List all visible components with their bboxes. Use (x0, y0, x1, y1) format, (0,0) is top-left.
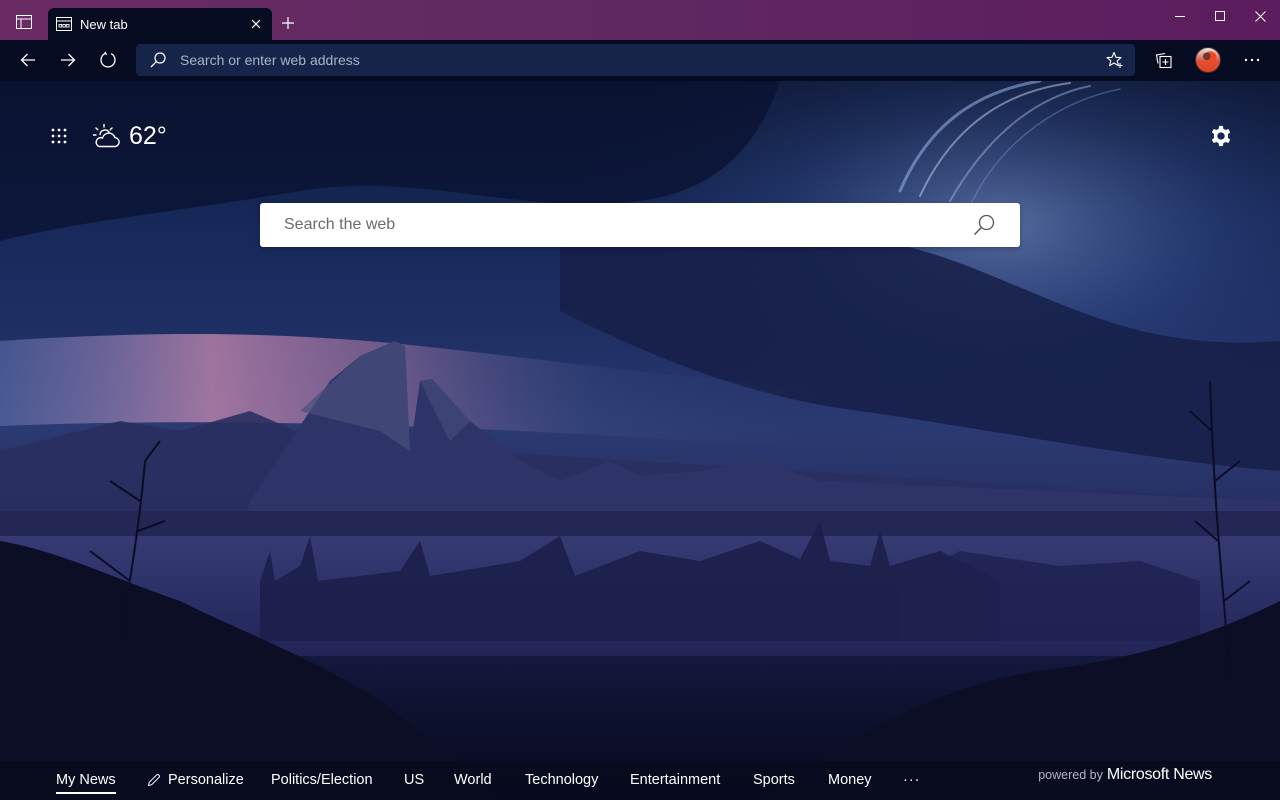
maximize-icon (1215, 11, 1225, 21)
minimize-icon (1175, 16, 1185, 17)
news-tab-politics-election[interactable]: Politics/Election (271, 766, 373, 794)
search-icon (150, 52, 166, 68)
more-horizontal-icon: ··· (903, 772, 921, 788)
close-icon (1254, 10, 1266, 22)
add-favorite-button[interactable] (1099, 46, 1131, 74)
news-tab-sports[interactable]: Sports (753, 766, 795, 794)
news-tab-world[interactable]: World (454, 766, 492, 794)
news-tab-label: Entertainment (630, 772, 721, 788)
news-tab-label: Technology (525, 772, 599, 788)
powered-by-prefix: powered by (1038, 768, 1103, 782)
settings-and-more-button[interactable] (1236, 44, 1268, 76)
tab-title: New tab (80, 16, 128, 32)
more-horizontal-icon (1244, 58, 1260, 62)
web-search-button[interactable] (964, 205, 1004, 245)
back-button[interactable] (12, 44, 44, 76)
tab-actions-button[interactable] (8, 8, 40, 36)
gear-icon (1211, 125, 1231, 147)
tab-close-button[interactable] (242, 10, 270, 38)
minimize-button[interactable] (1160, 0, 1200, 32)
news-tab-label: Money (828, 772, 872, 788)
news-tab-personalize[interactable]: Personalize (147, 766, 244, 794)
news-tab-money[interactable]: Money (828, 766, 872, 794)
web-search-box (260, 203, 1020, 247)
news-tab-label: US (404, 772, 425, 788)
forward-button[interactable] (52, 44, 84, 76)
news-tab-label: Personalize (168, 772, 244, 788)
partly-cloudy-icon (92, 123, 120, 148)
news-tab-label: Politics/Election (271, 772, 373, 788)
weather-widget[interactable]: 62° (92, 118, 167, 154)
plus-icon (282, 17, 294, 29)
microsoft-news-brand: Microsoft News (1106, 766, 1212, 783)
address-input[interactable] (180, 44, 1099, 76)
tab-actions-icon (16, 15, 32, 29)
address-bar[interactable] (136, 44, 1135, 76)
pencil-icon (147, 773, 161, 787)
maximize-button[interactable] (1200, 0, 1240, 32)
arrow-left-icon (20, 53, 35, 67)
tab-new-tab[interactable]: New tab (48, 8, 272, 40)
arrow-right-icon (61, 53, 76, 67)
profile-button[interactable] (1192, 44, 1224, 76)
news-tab-my-news[interactable]: My News (56, 766, 116, 794)
new-tab-page-icon (56, 16, 72, 32)
news-tab-label: World (454, 772, 492, 788)
browser-toolbar (0, 40, 1280, 81)
refresh-button[interactable] (92, 44, 124, 76)
news-tab-label: Sports (753, 772, 795, 788)
news-tab-technology[interactable]: Technology (525, 766, 598, 794)
news-more-button[interactable]: ··· (903, 766, 921, 794)
web-search-input[interactable] (260, 203, 964, 247)
collections-icon (1155, 52, 1172, 69)
star-add-icon (1106, 51, 1123, 68)
powered-by-microsoft-news[interactable]: powered by Microsoft News (1038, 766, 1212, 788)
app-launcher-button[interactable] (44, 121, 74, 151)
close-icon (251, 19, 261, 29)
new-tab-button[interactable] (274, 8, 302, 38)
page-settings-button[interactable] (1204, 119, 1238, 153)
weather-temperature: 62° (129, 121, 167, 150)
new-tab-page (0, 81, 1280, 800)
news-tab-label: My News (56, 772, 116, 788)
collections-button[interactable] (1148, 44, 1180, 76)
title-bar: New tab (0, 0, 1280, 40)
avatar (1195, 47, 1221, 73)
news-tab-entertainment[interactable]: Entertainment (630, 766, 720, 794)
refresh-icon (100, 51, 116, 68)
background-image (0, 81, 1280, 800)
news-tab-us[interactable]: US (404, 766, 424, 794)
window-close-button[interactable] (1240, 0, 1280, 32)
search-icon (974, 214, 995, 235)
app-launcher-icon (51, 128, 67, 144)
